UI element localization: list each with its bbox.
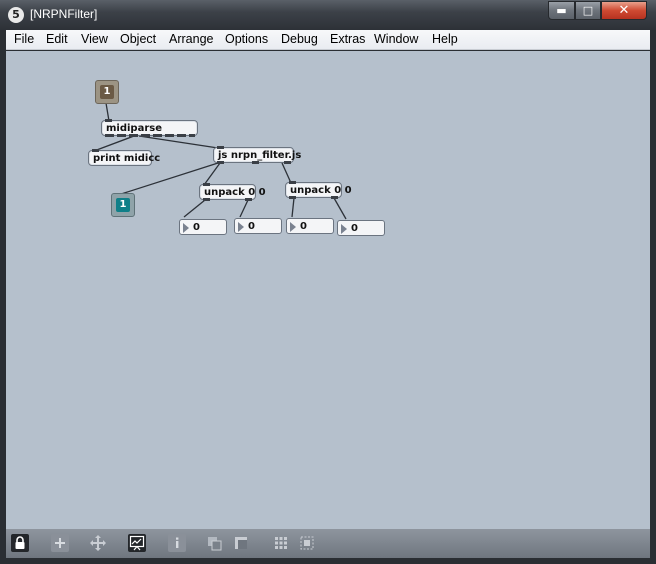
number-triangle-icon [183, 223, 189, 233]
inspector-glyph [176, 537, 179, 548]
menu-view[interactable]: View [81, 32, 108, 46]
cord-midiparse-print [93, 135, 135, 152]
menu-bar: File Edit View Object Arrange Options De… [6, 30, 650, 50]
inlet-number: 1 [100, 85, 114, 99]
window-title: [NRPNFilter] [30, 7, 98, 21]
menu-edit[interactable]: Edit [46, 32, 68, 46]
subpatch-icon[interactable] [206, 534, 224, 552]
cord-midiparse-js [138, 135, 219, 149]
unpack-left-inlet[interactable] [203, 183, 210, 186]
menu-options[interactable]: Options [225, 32, 268, 46]
outlet-number: 1 [116, 198, 130, 212]
midiparse-inlet[interactable] [105, 119, 112, 122]
menu-extras[interactable]: Extras [330, 32, 365, 46]
js-outlet-middle[interactable] [252, 161, 259, 164]
unpack-right-outlet-2[interactable] [331, 196, 338, 199]
move-icon[interactable] [89, 534, 107, 552]
lock-glyph [15, 536, 25, 549]
subpatch-glyph [208, 537, 222, 551]
presentation-glyph [129, 535, 145, 551]
number-value-3: 0 [300, 221, 307, 232]
js-object[interactable]: js nrpn_filter.js [213, 146, 301, 164]
unpack-right-label: unpack 0 0 [290, 185, 352, 196]
bottom-toolbar [6, 529, 650, 558]
minimize-button[interactable]: ▬ [548, 1, 575, 20]
cord-unpack-right-num3 [291, 197, 295, 218]
patcher-canvas[interactable]: 1 midiparse print midicc js nrpn_filter.… [6, 51, 650, 529]
number-box-3[interactable]: 0 [286, 218, 334, 234]
unpack-left-outlet-1[interactable] [203, 198, 210, 201]
number-triangle-icon [238, 222, 244, 232]
lock-icon[interactable] [11, 534, 29, 552]
number-value-1: 0 [193, 222, 200, 233]
unpack-left-object[interactable]: unpack 0 0 [199, 183, 266, 201]
window-glyph [235, 537, 247, 549]
number-value-2: 0 [248, 221, 255, 232]
title-bar[interactable]: 5 [NRPNFilter] ▬ □ ✕ [0, 0, 656, 30]
js-outlet-left[interactable] [217, 161, 224, 164]
number-box-2[interactable]: 0 [234, 218, 282, 234]
grid-icon[interactable] [272, 534, 290, 552]
unpack-left-label: unpack 0 0 [204, 187, 266, 198]
number-triangle-icon [341, 224, 347, 234]
number-box-4[interactable]: 0 [337, 220, 385, 236]
menu-window[interactable]: Window [374, 32, 418, 46]
menu-debug[interactable]: Debug [281, 32, 318, 46]
snap-glyph [300, 536, 314, 550]
move-glyph [90, 535, 106, 551]
snap-icon[interactable] [298, 534, 316, 552]
number-box-1[interactable]: 0 [179, 219, 227, 235]
unpack-right-outlet-1[interactable] [289, 196, 296, 199]
max-patcher-window: 5 [NRPNFilter] ▬ □ ✕ File Edit View Obje… [0, 0, 656, 564]
close-button[interactable]: ✕ [601, 1, 647, 20]
print-label: print midicc [93, 153, 161, 164]
outlet-object[interactable]: 1 [111, 193, 135, 217]
maximize-button[interactable]: □ [575, 1, 601, 20]
js-inlet[interactable] [217, 146, 224, 149]
unpack-right-object[interactable]: unpack 0 0 [285, 181, 352, 199]
number-value-4: 0 [351, 223, 358, 234]
add-icon[interactable] [51, 534, 69, 552]
cord-unpack-left-num2 [239, 199, 249, 218]
menu-object[interactable]: Object [120, 32, 156, 46]
unpack-right-inlet[interactable] [289, 181, 296, 184]
print-object[interactable]: print midicc [88, 149, 160, 166]
midiparse-object[interactable]: midiparse [101, 119, 198, 137]
midiparse-label: midiparse [106, 123, 163, 134]
menu-file[interactable]: File [14, 32, 34, 46]
presentation-icon[interactable] [128, 534, 146, 552]
midiparse-outlets[interactable] [105, 134, 195, 137]
app-icon: 5 [8, 7, 24, 23]
cord-unpack-left-num1 [183, 199, 206, 218]
grid-glyph [275, 537, 287, 549]
cord-js-unpack-right [281, 162, 292, 184]
cord-unpack-right-num4 [333, 197, 347, 220]
add-glyph [55, 538, 65, 548]
number-triangle-icon [290, 222, 296, 232]
menu-help[interactable]: Help [432, 32, 458, 46]
menu-arrange[interactable]: Arrange [169, 32, 213, 46]
inlet-object[interactable]: 1 [95, 80, 119, 104]
unpack-left-outlet-2[interactable] [245, 198, 252, 201]
window-icon[interactable] [232, 534, 250, 552]
js-outlet-right[interactable] [284, 161, 291, 164]
inspector-icon[interactable] [168, 534, 186, 552]
js-label: js nrpn_filter.js [218, 150, 302, 161]
print-inlet[interactable] [92, 149, 99, 152]
